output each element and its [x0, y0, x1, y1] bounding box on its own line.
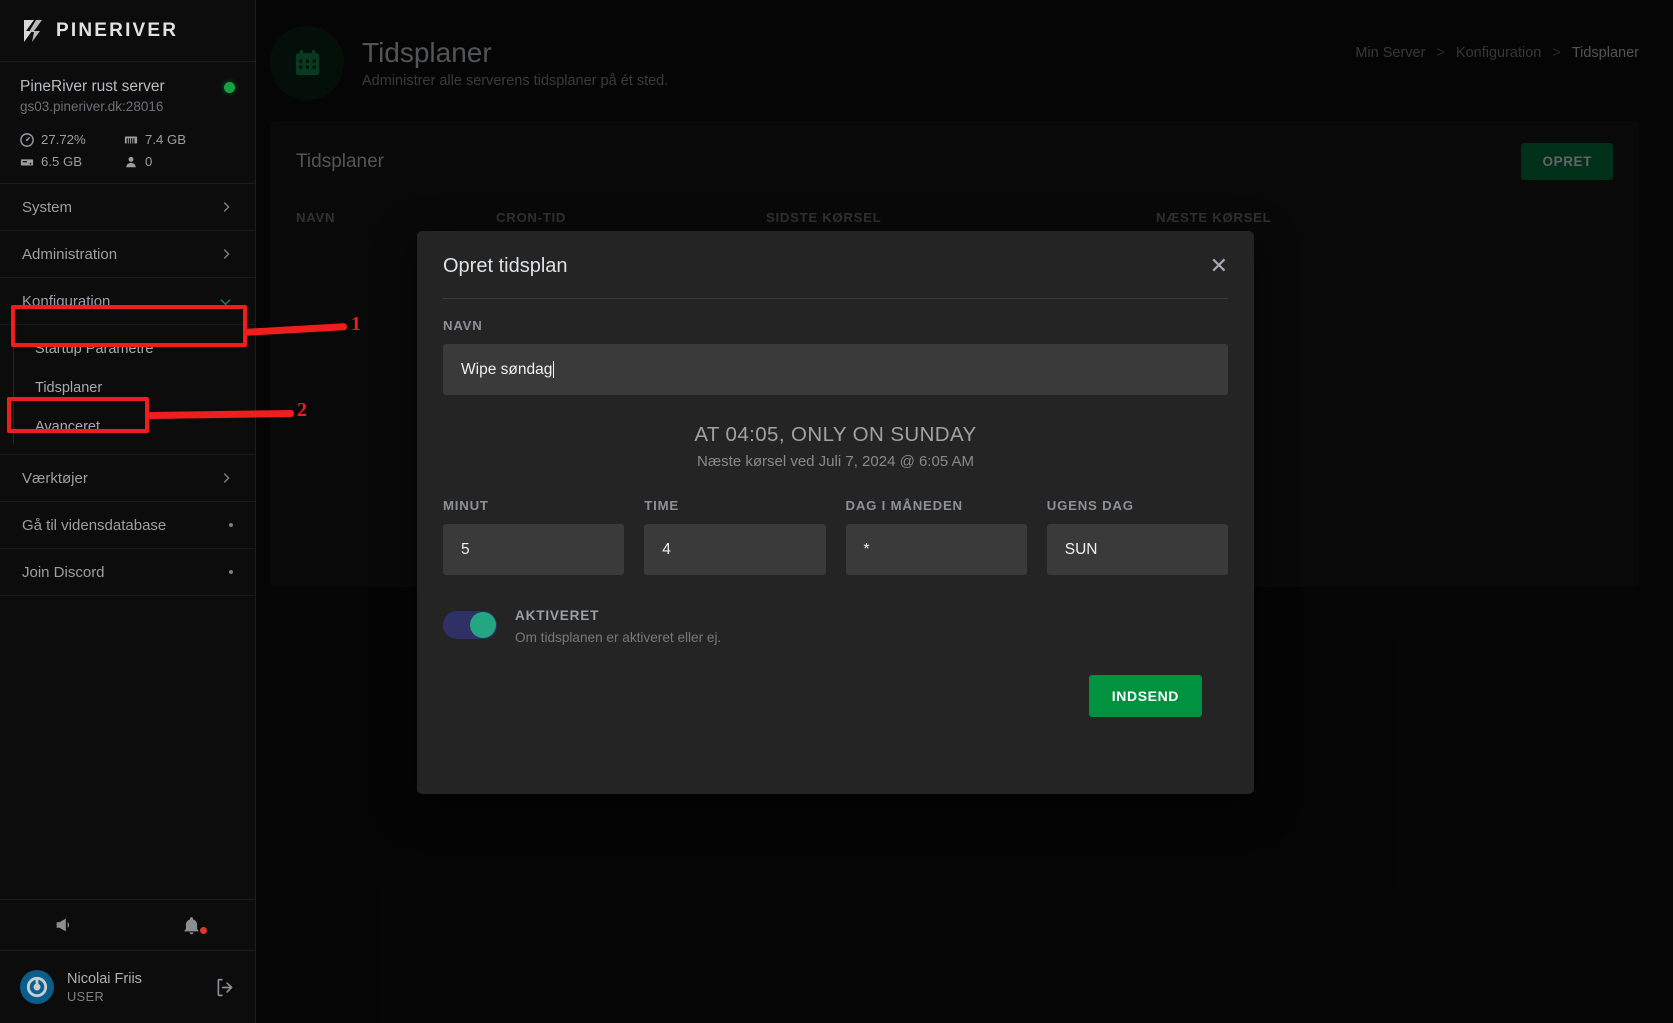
chevron-right-icon [219, 471, 233, 485]
stat-memory-value: 7.4 GB [145, 132, 187, 147]
create-schedule-modal: Opret tidsplan ✕ NAVN Wipe søndag AT 04:… [417, 231, 1254, 794]
enabled-toggle[interactable] [443, 611, 497, 639]
cron-field-label: TIME [644, 498, 679, 513]
server-stats: 27.72% 7.4 GB 6.5 GB 0 [20, 132, 235, 169]
name-input[interactable]: Wipe søndag [443, 344, 1228, 395]
stat-memory: 7.4 GB [124, 132, 235, 147]
sidebar-item-tidsplaner[interactable]: Tidsplaner [22, 368, 255, 407]
sidebar-submenu-konfiguration: Startup Parametre Tidsplaner Avanceret [0, 325, 255, 455]
memory-icon [124, 136, 138, 143]
sidebar-item-avanceret[interactable]: Avanceret [22, 407, 255, 446]
cron-fields: MINUT 5 TIME 4 DAG I MÅNEDEN * UGENS DAG… [443, 498, 1228, 575]
modal-title: Opret tidsplan [443, 255, 568, 277]
sidebar-nav: System Administration Konfiguration Star… [0, 184, 255, 596]
players-icon [126, 156, 136, 167]
cron-summary: AT 04:05, ONLY ON SUNDAY Næste kørsel ve… [443, 423, 1228, 470]
user-avatar [20, 970, 54, 1004]
sidebar-item-label: System [22, 198, 73, 216]
dot-icon [229, 523, 233, 527]
sidebar-item-system[interactable]: System [0, 184, 255, 231]
enabled-toggle-help: Om tidsplanen er aktiveret eller ej. [515, 630, 722, 645]
chevron-right-icon [219, 247, 233, 261]
name-field-label: NAVN [443, 318, 483, 333]
server-summary: PineRiver rust server gs03.pineriver.dk:… [0, 62, 255, 184]
server-host: gs03.pineriver.dk:28016 [20, 99, 164, 114]
sidebar-item-label: Administration [22, 245, 118, 263]
name-input-value: Wipe søndag [461, 360, 553, 378]
day-of-week-input[interactable]: SUN [1046, 524, 1228, 575]
logout-icon[interactable] [214, 977, 235, 998]
cron-field-label: DAG I MÅNEDEN [845, 498, 963, 513]
stat-cpu: 27.72% [20, 132, 124, 147]
sidebar: PINERIVER PineRiver rust server gs03.pin… [0, 0, 256, 1023]
notification-badge [200, 926, 207, 934]
stat-cpu-value: 27.72% [41, 132, 86, 147]
status-dot-online [224, 81, 235, 93]
chevron-right-icon [219, 200, 233, 214]
bell-icon[interactable] [128, 915, 256, 936]
cron-summary-text: AT 04:05, ONLY ON SUNDAY [694, 423, 977, 446]
brand-header[interactable]: PINERIVER [0, 0, 255, 62]
stat-players-value: 0 [145, 154, 153, 169]
sidebar-subitem-label: Startup Parametre [35, 340, 154, 357]
enabled-toggle-row: AKTIVERET Om tidsplanen er aktiveret ell… [443, 608, 1228, 645]
enabled-toggle-label: AKTIVERET [515, 608, 600, 623]
stat-disk-value: 6.5 GB [41, 154, 83, 169]
close-icon[interactable]: ✕ [1210, 255, 1228, 277]
app-root: PINERIVER PineRiver rust server gs03.pin… [0, 0, 1673, 1023]
cron-next-run-text: Næste kørsel ved Juli 7, 2024 @ 6:05 AM [696, 453, 975, 470]
server-name: PineRiver rust server [20, 78, 165, 95]
cron-field-time: TIME 4 [644, 498, 826, 575]
brand-name: PINERIVER [56, 19, 179, 41]
sidebar-item-konfiguration[interactable]: Konfiguration [0, 278, 255, 325]
cron-field-dag-i-maaneden: DAG I MÅNEDEN * [845, 498, 1027, 575]
modal-footer: INDSEND [443, 645, 1228, 717]
sidebar-subitem-label: Avanceret [35, 418, 101, 435]
sidebar-item-vaerktoejer[interactable]: Værktøjer [0, 455, 255, 502]
sidebar-item-label: Værktøjer [22, 469, 88, 487]
submit-button[interactable]: INDSEND [1088, 675, 1202, 717]
sidebar-item-label: Join Discord [22, 563, 105, 581]
disk-icon [20, 158, 34, 165]
sidebar-item-label: Gå til vidensdatabase [22, 516, 167, 534]
chevron-down-icon [218, 294, 233, 309]
hour-input[interactable]: 4 [644, 524, 826, 575]
cron-field-ugens-dag: UGENS DAG SUN [1046, 498, 1228, 575]
cron-field-minut: MINUT 5 [443, 498, 625, 575]
sidebar-item-administration[interactable]: Administration [0, 231, 255, 278]
modal-header: Opret tidsplan ✕ [417, 231, 1254, 278]
sidebar-footer-icons [0, 899, 255, 951]
day-of-month-input[interactable]: * [845, 524, 1027, 575]
toggle-knob [470, 612, 496, 638]
user-role: USER [67, 988, 105, 1004]
cron-field-label: MINUT [443, 498, 489, 513]
sidebar-item-vidensdatabase[interactable]: Gå til vidensdatabase [0, 502, 255, 549]
cron-field-label: UGENS DAG [1046, 498, 1134, 513]
stat-players: 0 [124, 154, 235, 169]
user-name: Nicolai Friis [67, 971, 142, 988]
dot-icon [229, 570, 233, 574]
sidebar-subitem-label: Tidsplaner [35, 379, 103, 396]
text-caret [553, 361, 555, 378]
pineriver-logo-icon [20, 18, 46, 44]
stat-disk: 6.5 GB [20, 154, 124, 169]
minute-input[interactable]: 5 [443, 524, 625, 575]
sidebar-item-label: Konfiguration [22, 292, 111, 310]
cpu-gauge-icon [20, 132, 34, 147]
user-panel[interactable]: Nicolai Friis USER [0, 951, 255, 1023]
modal-body: NAVN Wipe søndag AT 04:05, ONLY ON SUNDA… [417, 299, 1254, 717]
megaphone-icon[interactable] [0, 914, 128, 936]
sidebar-item-startup-parametre[interactable]: Startup Parametre [22, 329, 255, 368]
sidebar-item-join-discord[interactable]: Join Discord [0, 549, 255, 596]
